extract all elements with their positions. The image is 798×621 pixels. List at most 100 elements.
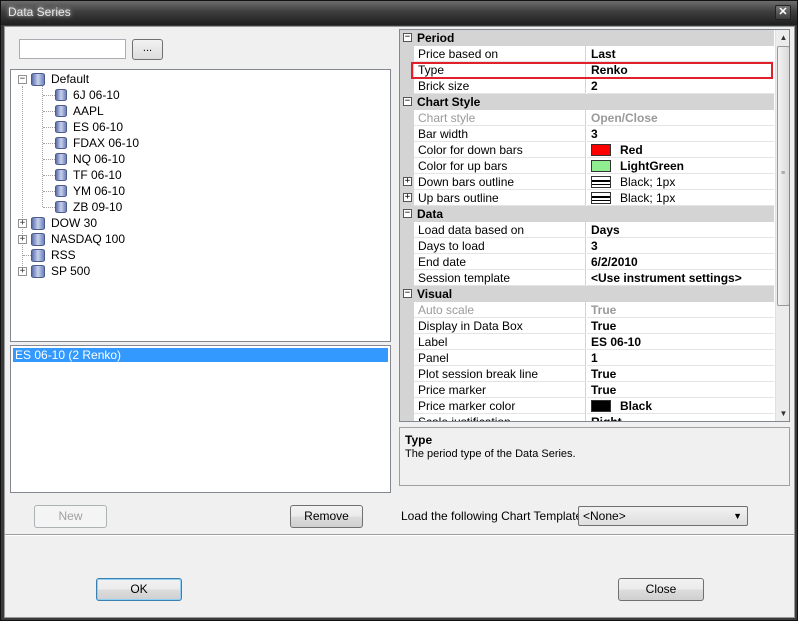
prop-row-bar-width[interactable]: Bar width 3 bbox=[400, 126, 774, 142]
expand-toggle[interactable]: + bbox=[18, 266, 27, 276]
prop-value[interactable]: Red bbox=[587, 142, 774, 158]
prop-value[interactable]: 3 bbox=[587, 238, 774, 254]
prop-row-plot-session-break[interactable]: Plot session break line True bbox=[400, 366, 774, 382]
instrument-icon bbox=[55, 121, 67, 133]
prop-row-days-to-load[interactable]: Days to load 3 bbox=[400, 238, 774, 254]
color-name: Red bbox=[620, 142, 643, 157]
tree-node-instrument[interactable]: 6J 06-10 bbox=[55, 87, 120, 103]
prop-value[interactable]: Last bbox=[587, 46, 774, 62]
prop-row-end-date[interactable]: End date 6/2/2010 bbox=[400, 254, 774, 270]
prop-value[interactable]: ES 06-10 bbox=[587, 334, 774, 350]
prop-value[interactable]: 6/2/2010 bbox=[587, 254, 774, 270]
prop-value[interactable]: 1 bbox=[587, 350, 774, 366]
collapse-toggle[interactable]: − bbox=[18, 74, 27, 84]
prop-value[interactable]: Black; 1px bbox=[587, 190, 774, 206]
prop-value[interactable]: <Use instrument settings> bbox=[587, 270, 774, 286]
prop-row-brick-size[interactable]: Brick size 2 bbox=[400, 78, 774, 94]
tree-node-instrument[interactable]: AAPL bbox=[55, 103, 104, 119]
tree-node-nasdaq-100[interactable]: + NASDAQ 100 bbox=[18, 231, 125, 247]
expand-toggle[interactable]: + bbox=[403, 177, 412, 186]
prop-row-chart-style[interactable]: Chart style Open/Close bbox=[400, 110, 774, 126]
prop-row-panel[interactable]: Panel 1 bbox=[400, 350, 774, 366]
ok-button[interactable]: OK bbox=[96, 578, 182, 601]
new-button[interactable]: New bbox=[34, 505, 107, 528]
prop-row-display-in-data-box[interactable]: Display in Data Box True bbox=[400, 318, 774, 334]
category-data[interactable]: − Data bbox=[400, 206, 774, 222]
prop-row-label[interactable]: Label ES 06-10 bbox=[400, 334, 774, 350]
prop-value[interactable]: 3 bbox=[587, 126, 774, 142]
prop-row-session-template[interactable]: Session template <Use instrument setting… bbox=[400, 270, 774, 286]
tree-node-label: NASDAQ 100 bbox=[51, 232, 126, 246]
prop-name: Down bars outline bbox=[414, 174, 586, 190]
prop-value[interactable]: True bbox=[587, 318, 774, 334]
prop-value[interactable]: Right bbox=[587, 414, 774, 422]
remove-button[interactable]: Remove bbox=[290, 505, 363, 528]
collapse-toggle[interactable]: − bbox=[403, 289, 412, 298]
collapse-toggle[interactable]: − bbox=[403, 33, 412, 42]
prop-value[interactable]: True bbox=[587, 366, 774, 382]
category-visual[interactable]: − Visual bbox=[400, 286, 774, 302]
tree-node-instrument[interactable]: YM 06-10 bbox=[55, 183, 125, 199]
prop-row-scale-justification[interactable]: Scale justification Right bbox=[400, 414, 774, 422]
prop-row-color-down[interactable]: Color for down bars Red bbox=[400, 142, 774, 158]
scroll-down-arrow[interactable]: ▼ bbox=[776, 406, 789, 421]
category-chart-style[interactable]: − Chart Style bbox=[400, 94, 774, 110]
tree-node-rss[interactable]: RSS bbox=[31, 247, 76, 263]
prop-name: Scale justification bbox=[414, 414, 586, 421]
collapse-toggle[interactable]: − bbox=[403, 97, 412, 106]
prop-value[interactable]: Renko bbox=[587, 62, 774, 78]
tree-node-dow-30[interactable]: + DOW 30 bbox=[18, 215, 97, 231]
expand-toggle[interactable]: + bbox=[18, 218, 27, 228]
close-button[interactable]: Close bbox=[618, 578, 704, 601]
prop-row-auto-scale[interactable]: Auto scale True bbox=[400, 302, 774, 318]
tree-node-label: ZB 09-10 bbox=[73, 200, 123, 214]
database-icon bbox=[31, 248, 45, 262]
chevron-down-icon: ▼ bbox=[733, 511, 742, 521]
collapse-toggle[interactable]: − bbox=[403, 209, 412, 218]
prop-row-up-outline[interactable]: + Up bars outline Black; 1px bbox=[400, 190, 774, 206]
close-window-button[interactable]: ✕ bbox=[775, 5, 791, 20]
prop-name: Brick size bbox=[414, 78, 586, 94]
tree-node-instrument[interactable]: FDAX 06-10 bbox=[55, 135, 139, 151]
dialog-client-area: ... − Default 6J 06-10 AAPL ES 06-10 FDA… bbox=[4, 26, 795, 618]
prop-row-price-marker[interactable]: Price marker True bbox=[400, 382, 774, 398]
tree-node-sp-500[interactable]: + SP 500 bbox=[18, 263, 90, 279]
prop-value[interactable]: 2 bbox=[587, 78, 774, 94]
color-swatch bbox=[591, 143, 611, 156]
prop-value[interactable]: LightGreen bbox=[587, 158, 774, 174]
outline-value: Black; 1px bbox=[620, 190, 676, 205]
series-list-item[interactable]: ES 06-10 (2 Renko) bbox=[13, 348, 388, 362]
prop-value[interactable]: Days bbox=[587, 222, 774, 238]
prop-row-price-marker-color[interactable]: Price marker color Black bbox=[400, 398, 774, 414]
tree-node-label: 6J 06-10 bbox=[73, 88, 120, 102]
tree-node-label: FDAX 06-10 bbox=[73, 136, 140, 150]
prop-row-load-based-on[interactable]: Load data based on Days bbox=[400, 222, 774, 238]
scroll-up-arrow[interactable]: ▲ bbox=[776, 30, 789, 45]
expand-toggle[interactable]: + bbox=[18, 234, 27, 244]
outline-value: Black; 1px bbox=[620, 174, 676, 189]
tree-node-instrument[interactable]: TF 06-10 bbox=[55, 167, 122, 183]
property-grid-scrollbar[interactable]: ▲ ≡ ▼ bbox=[775, 30, 789, 421]
prop-name: Type bbox=[414, 62, 586, 78]
color-swatch bbox=[591, 399, 611, 412]
tree-node-instrument[interactable]: NQ 06-10 bbox=[55, 151, 125, 167]
prop-row-type[interactable]: Type Renko bbox=[400, 62, 774, 78]
prop-name: Days to load bbox=[414, 238, 586, 254]
prop-row-price-based-on[interactable]: Price based on Last bbox=[400, 46, 774, 62]
expand-toggle[interactable]: + bbox=[403, 193, 412, 202]
scroll-thumb[interactable]: ≡ bbox=[777, 46, 789, 306]
tree-node-instrument[interactable]: ES 06-10 bbox=[55, 119, 123, 135]
prop-value[interactable]: True bbox=[587, 382, 774, 398]
prop-value[interactable]: Black; 1px bbox=[587, 174, 774, 190]
tree-node-default[interactable]: − Default bbox=[18, 71, 89, 87]
prop-row-down-outline[interactable]: + Down bars outline Black; 1px bbox=[400, 174, 774, 190]
instrument-search-input[interactable] bbox=[19, 39, 126, 59]
property-description-panel: Type The period type of the Data Series. bbox=[399, 427, 790, 486]
tree-node-instrument[interactable]: ZB 09-10 bbox=[55, 199, 122, 215]
prop-value[interactable]: Black bbox=[587, 398, 774, 414]
prop-name: Label bbox=[414, 334, 586, 350]
prop-row-color-up[interactable]: Color for up bars LightGreen bbox=[400, 158, 774, 174]
chart-template-select[interactable]: <None> ▼ bbox=[578, 506, 748, 526]
category-period[interactable]: − Period bbox=[400, 30, 774, 46]
browse-instruments-button[interactable]: ... bbox=[132, 39, 163, 60]
